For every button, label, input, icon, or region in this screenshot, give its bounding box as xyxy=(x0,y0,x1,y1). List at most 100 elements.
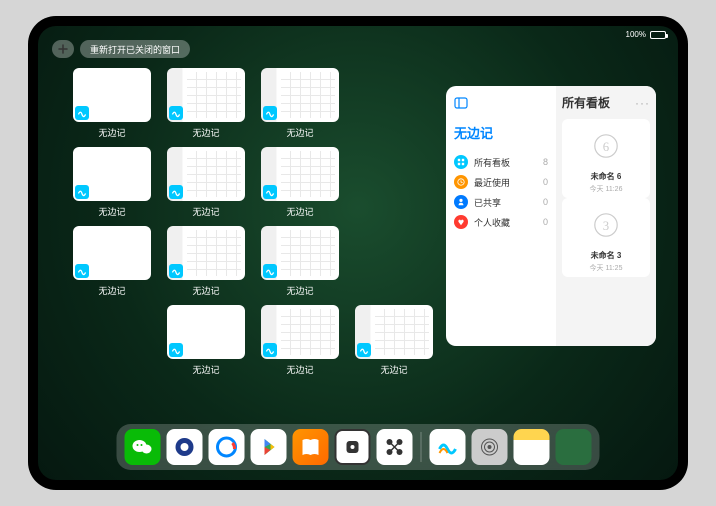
board-date: 今天 11:26 xyxy=(590,184,623,194)
board-preview: 3 xyxy=(566,202,646,248)
board-name: 未命名 3 xyxy=(591,250,622,261)
window-thumbnail[interactable]: 无边记 xyxy=(162,147,250,218)
sidebar-item-heart[interactable]: 个人收藏0 xyxy=(454,212,548,232)
top-bar: 重新打开已关闭的窗口 xyxy=(52,40,190,58)
add-window-button[interactable] xyxy=(52,40,74,58)
freeform-app-icon xyxy=(75,185,89,199)
grid-icon xyxy=(454,155,468,169)
freeform-app-icon xyxy=(357,343,371,357)
sidebar-item-shared[interactable]: 已共享 0 xyxy=(454,192,548,212)
window-thumbnail[interactable]: 无边记 xyxy=(162,305,250,376)
thumbnail-label: 无边记 xyxy=(98,284,125,297)
freeform-app-icon xyxy=(169,185,183,199)
freeform-app-icon xyxy=(75,106,89,120)
board-name: 未命名 6 xyxy=(591,171,622,182)
freeform-app-icon xyxy=(75,264,89,278)
thumbnail-label: 无边记 xyxy=(192,205,219,218)
thumbnail-label: 无边记 xyxy=(192,126,219,139)
thumbnail-label: 无边记 xyxy=(286,126,313,139)
window-thumbnail[interactable]: 无边记 xyxy=(350,305,438,376)
window-thumbnail[interactable]: 无边记 xyxy=(256,68,344,139)
dock-app-freeform[interactable] xyxy=(430,429,466,465)
svg-text:6: 6 xyxy=(603,140,610,154)
freeform-app-icon xyxy=(263,185,277,199)
panel-sidebar: 无边记 所有看板 8 最近使用 0 已共享 0 个人收藏0 xyxy=(446,86,556,346)
shared-icon xyxy=(454,195,468,209)
thumbnail-preview xyxy=(261,226,339,280)
sidebar-item-label: 已共享 xyxy=(474,196,537,209)
svg-text:3: 3 xyxy=(603,219,609,233)
thumbnail-preview xyxy=(167,68,245,122)
thumbnail-label: 无边记 xyxy=(98,205,125,218)
thumbnail-preview xyxy=(261,305,339,359)
panel-title: 无边记 xyxy=(454,123,548,142)
sidebar-item-clock[interactable]: 最近使用 0 xyxy=(454,172,548,192)
more-button[interactable]: ··· xyxy=(635,96,650,110)
screen: 100% 重新打开已关闭的窗口 无边记无边记无边记无边记无边记无边记无边记无边记… xyxy=(38,26,678,480)
window-thumbnail[interactable]: 无边记 xyxy=(68,68,156,139)
board-card[interactable]: 6 未命名 6 今天 11:26 xyxy=(562,119,650,198)
dock-separator xyxy=(421,432,422,462)
sidebar-item-count: 0 xyxy=(543,177,548,187)
sidebar-item-label: 最近使用 xyxy=(474,176,537,189)
window-thumbnail[interactable]: 无边记 xyxy=(256,226,344,297)
freeform-app-icon xyxy=(263,106,277,120)
dock-app-play-store[interactable] xyxy=(251,429,287,465)
window-thumbnail[interactable]: 无边记 xyxy=(68,226,156,297)
window-grid: 无边记无边记无边记无边记无边记无边记无边记无边记无边记无边记无边记无边记 xyxy=(68,68,438,376)
dock-app-books[interactable] xyxy=(293,429,329,465)
thumbnail-label: 无边记 xyxy=(98,126,125,139)
freeform-panel[interactable]: 无边记 所有看板 8 最近使用 0 已共享 0 个人收藏0 所有看板 ··· 6 未命名 6 今… xyxy=(446,86,656,346)
thumbnail-preview xyxy=(355,305,433,359)
thumbnail-label: 无边记 xyxy=(192,284,219,297)
thumbnail-preview xyxy=(73,147,151,201)
freeform-app-icon xyxy=(169,106,183,120)
panel-content: 所有看板 ··· 6 未命名 6 今天 11:26 3 未命名 3 今天 11:25 xyxy=(556,86,656,346)
board-card[interactable]: 3 未命名 3 今天 11:25 xyxy=(562,198,650,277)
sidebar-item-label: 所有看板 xyxy=(474,156,537,169)
panel-content-title: 所有看板 xyxy=(562,94,610,111)
dock-app-settings[interactable] xyxy=(472,429,508,465)
thumbnail-preview xyxy=(73,68,151,122)
dock xyxy=(117,424,600,470)
window-thumbnail[interactable]: 无边记 xyxy=(256,305,344,376)
thumbnail-preview xyxy=(167,147,245,201)
freeform-app-icon xyxy=(263,264,277,278)
sidebar-item-label: 个人收藏 xyxy=(474,216,537,229)
board-date: 今天 11:25 xyxy=(590,263,623,273)
reopen-closed-window-button[interactable]: 重新打开已关闭的窗口 xyxy=(80,40,190,58)
thumbnail-preview xyxy=(167,226,245,280)
thumbnail-label: 无边记 xyxy=(286,284,313,297)
status-bar: 100% xyxy=(622,30,666,39)
window-thumbnail[interactable]: 无边记 xyxy=(256,147,344,218)
window-thumbnail[interactable]: 无边记 xyxy=(162,226,250,297)
thumbnail-label: 无边记 xyxy=(192,363,219,376)
freeform-app-icon xyxy=(169,264,183,278)
dock-app-library[interactable] xyxy=(556,429,592,465)
dock-app-wechat[interactable] xyxy=(125,429,161,465)
dock-app-game[interactable] xyxy=(335,429,371,465)
dock-app-connect[interactable] xyxy=(377,429,413,465)
battery-pct: 100% xyxy=(626,30,646,39)
dock-app-qq-browser[interactable] xyxy=(209,429,245,465)
thumbnail-label: 无边记 xyxy=(286,363,313,376)
thumbnail-preview xyxy=(167,305,245,359)
sidebar-toggle-icon[interactable] xyxy=(454,96,548,115)
sidebar-item-grid[interactable]: 所有看板 8 xyxy=(454,152,548,172)
thumbnail-preview xyxy=(261,147,339,201)
battery-icon xyxy=(650,31,666,39)
dock-app-notes[interactable] xyxy=(514,429,550,465)
sidebar-item-count: 8 xyxy=(543,157,548,167)
window-thumbnail[interactable]: 无边记 xyxy=(68,147,156,218)
clock-icon xyxy=(454,175,468,189)
sidebar-item-count: 0 xyxy=(543,197,548,207)
window-thumbnail[interactable]: 无边记 xyxy=(162,68,250,139)
thumbnail-preview xyxy=(261,68,339,122)
board-preview: 6 xyxy=(566,123,646,169)
freeform-app-icon xyxy=(263,343,277,357)
freeform-app-icon xyxy=(169,343,183,357)
dock-app-qq-hd[interactable] xyxy=(167,429,203,465)
thumbnail-label: 无边记 xyxy=(286,205,313,218)
thumbnail-label: 无边记 xyxy=(380,363,407,376)
heart-icon xyxy=(454,215,468,229)
